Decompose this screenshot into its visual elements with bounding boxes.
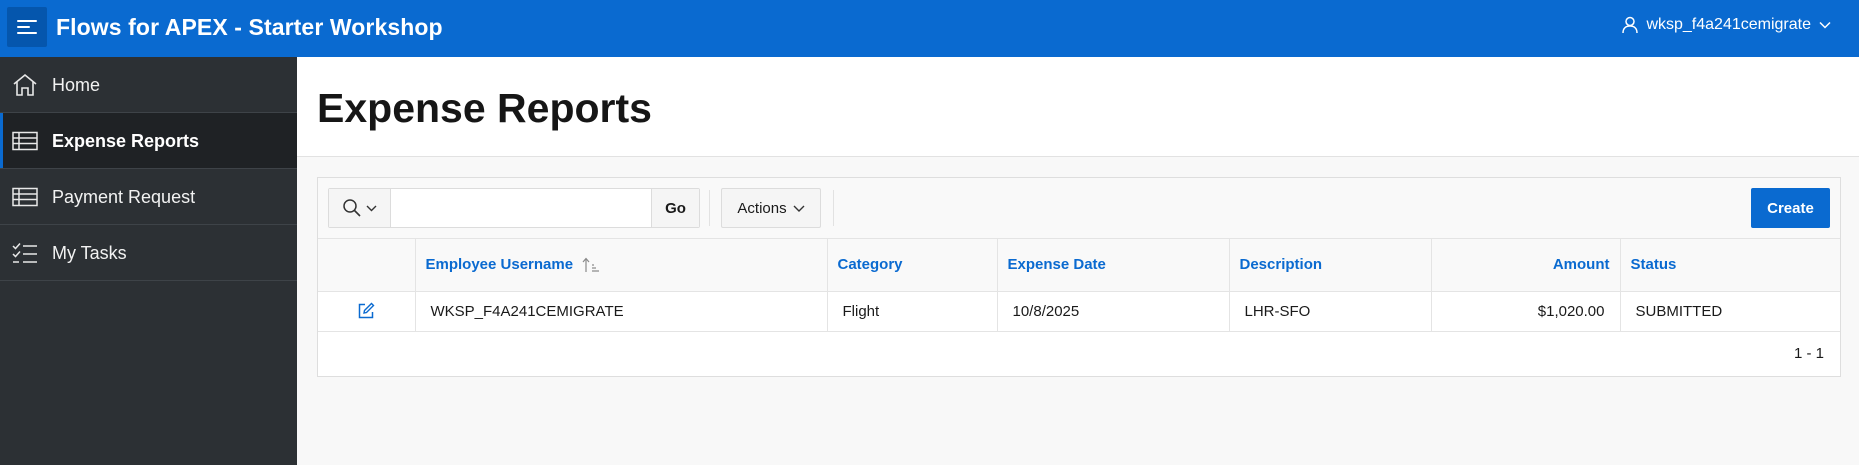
sidebar-item-payment-request[interactable]: Payment Request xyxy=(0,169,297,225)
search-bar: Go xyxy=(328,188,700,228)
search-input[interactable] xyxy=(391,189,651,227)
search-column-selector[interactable] xyxy=(329,189,391,227)
sidebar: Home Expense Reports Payment Request My … xyxy=(0,57,297,465)
column-header-employee-username[interactable]: Employee Username xyxy=(415,239,828,292)
column-header-description[interactable]: Description xyxy=(1229,239,1432,292)
page-header: Expense Reports xyxy=(297,57,1859,157)
cell-category: Flight xyxy=(827,291,998,332)
chevron-down-icon xyxy=(366,205,377,211)
app-title[interactable]: Flows for APEX - Starter Workshop xyxy=(56,14,443,41)
hamburger-icon xyxy=(17,20,37,22)
sidebar-item-expense-reports[interactable]: Expense Reports xyxy=(0,113,297,169)
toolbar-divider xyxy=(709,190,710,226)
report-toolbar: Go Actions Create xyxy=(318,178,1840,239)
hamburger-icon xyxy=(17,32,37,34)
cell-description: LHR-SFO xyxy=(1229,291,1432,332)
sidebar-item-my-tasks[interactable]: My Tasks xyxy=(0,225,297,281)
column-header-amount[interactable]: Amount xyxy=(1431,239,1621,292)
navigation-menu-toggle-button[interactable] xyxy=(7,7,47,47)
username-label: wksp_f4a241cemigrate xyxy=(1646,16,1811,33)
actions-menu-button[interactable]: Actions xyxy=(721,188,821,228)
sidebar-item-label: Expense Reports xyxy=(52,131,200,151)
report-table: Employee Username Category Expense Date … xyxy=(318,239,1840,332)
sidebar-item-label: Home xyxy=(52,75,101,95)
top-navigation-bar: Flows for APEX - Starter Workshop wksp_f… xyxy=(0,0,1859,57)
home-icon xyxy=(12,73,38,97)
user-icon xyxy=(1622,16,1639,34)
chevron-down-icon xyxy=(1819,21,1831,29)
main-content: Expense Reports Go Actions Create Employ… xyxy=(297,57,1859,465)
sidebar-item-label: My Tasks xyxy=(52,243,127,263)
column-header-category[interactable]: Category xyxy=(827,239,998,292)
hamburger-icon xyxy=(17,26,30,28)
chevron-down-icon xyxy=(793,205,805,212)
cell-status: SUBMITTED xyxy=(1620,291,1840,332)
edit-icon[interactable] xyxy=(357,302,375,320)
column-header-label: Employee Username xyxy=(425,256,574,274)
page-title: Expense Reports xyxy=(317,85,652,131)
search-icon xyxy=(343,199,361,217)
sort-ascending-icon xyxy=(582,257,600,273)
user-menu-button[interactable]: wksp_f4a241cemigrate xyxy=(1622,16,1831,34)
actions-label: Actions xyxy=(737,199,787,217)
edit-cell xyxy=(318,291,416,332)
cell-expense-date: 10/8/2025 xyxy=(997,291,1230,332)
pagination-bar: 1 - 1 xyxy=(318,331,1840,377)
pagination-label: 1 - 1 xyxy=(1793,345,1824,362)
checklist-icon xyxy=(12,241,38,265)
table-row: WKSP_F4A241CEMIGRATE Flight 10/8/2025 LH… xyxy=(318,291,1840,332)
create-button[interactable]: Create xyxy=(1751,188,1830,228)
sidebar-item-label: Payment Request xyxy=(52,187,196,207)
table-icon xyxy=(12,129,38,153)
table-icon xyxy=(12,185,38,209)
interactive-report: Go Actions Create Employee Username Cate… xyxy=(317,177,1841,377)
sidebar-item-home[interactable]: Home xyxy=(0,57,297,113)
toolbar-divider xyxy=(833,190,834,226)
cell-employee-username: WKSP_F4A241CEMIGRATE xyxy=(415,291,828,332)
column-header-expense-date[interactable]: Expense Date xyxy=(997,239,1230,292)
edit-column-header xyxy=(318,239,416,292)
go-button[interactable]: Go xyxy=(651,189,699,227)
table-header-row: Employee Username Category Expense Date … xyxy=(318,239,1840,292)
column-header-status[interactable]: Status xyxy=(1620,239,1840,292)
cell-amount: $1,020.00 xyxy=(1431,291,1621,332)
